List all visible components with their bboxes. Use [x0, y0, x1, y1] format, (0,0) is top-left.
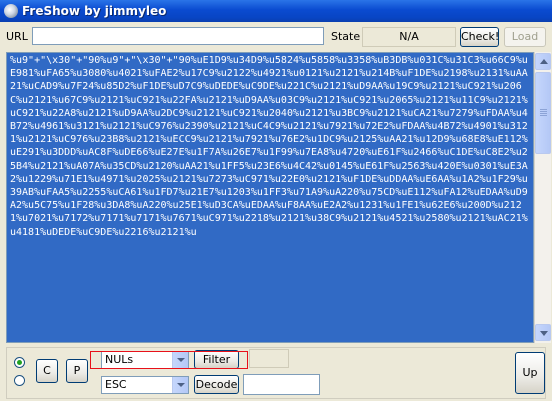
scroll-down-arrow-icon[interactable] — [535, 324, 551, 341]
url-label: URL — [6, 30, 28, 43]
highlight-box — [90, 351, 248, 369]
url-row: URL State N/A Check! Load — [0, 26, 552, 50]
title-bar: FreShow by jimmyleo — [0, 0, 552, 22]
scroll-thumb[interactable] — [535, 72, 551, 154]
url-input[interactable] — [32, 27, 324, 45]
content-textarea[interactable]: %u9"+"\x30"+"90%u9"+"\x30"+"90%uE1D9%u34… — [6, 52, 534, 343]
c-button[interactable]: C — [36, 359, 58, 383]
load-button[interactable]: Load — [504, 27, 546, 47]
up-button[interactable]: Up — [515, 352, 545, 394]
radio-option-2[interactable] — [14, 375, 25, 386]
p-button[interactable]: P — [66, 359, 88, 383]
scroll-up-arrow-icon[interactable] — [535, 53, 551, 70]
decode-input[interactable] — [243, 374, 320, 395]
filter-output-field — [249, 349, 289, 368]
vertical-scrollbar[interactable] — [534, 52, 551, 343]
chevron-down-icon[interactable] — [172, 377, 188, 393]
content-text: %u9"+"\x30"+"90%u9"+"\x30"+"90%uE1D9%u34… — [10, 55, 528, 238]
decode-button[interactable]: Decode — [194, 375, 239, 394]
decode-select-value: ESC — [105, 378, 127, 391]
check-button[interactable]: Check! — [460, 27, 499, 47]
decode-select[interactable]: ESC — [101, 376, 189, 394]
app-icon — [4, 4, 18, 18]
state-value: N/A — [362, 27, 456, 47]
window-title: FreShow by jimmyleo — [22, 4, 167, 18]
state-label: State — [331, 30, 361, 43]
radio-option-1[interactable] — [14, 357, 25, 368]
